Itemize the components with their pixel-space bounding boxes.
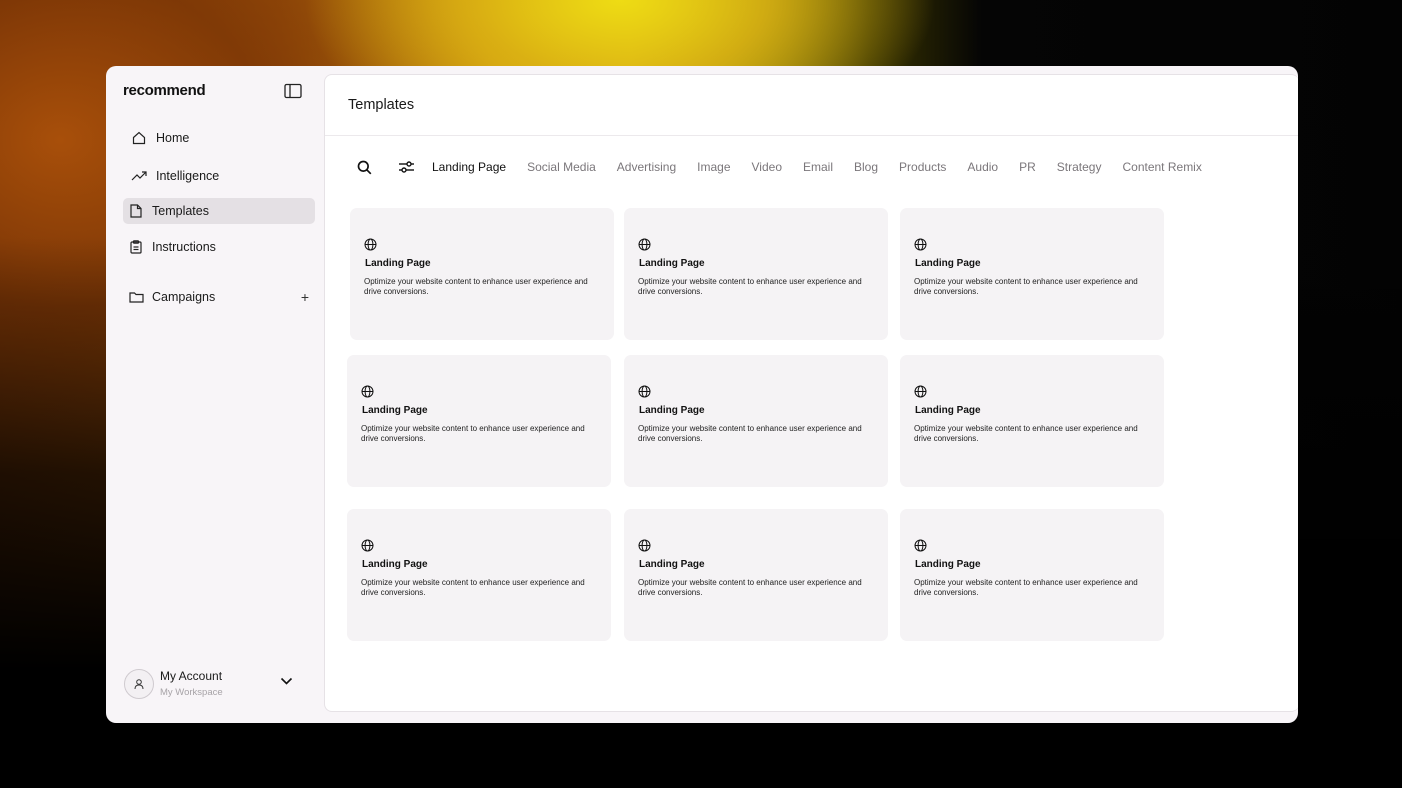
tab-products[interactable]: Products [899, 160, 946, 174]
sidebar-item-campaigns[interactable]: Campaigns + [123, 284, 315, 310]
tab-social-media[interactable]: Social Media [527, 160, 596, 174]
tab-landing-page[interactable]: Landing Page [432, 160, 506, 174]
tab-video[interactable]: Video [752, 160, 782, 174]
template-card[interactable]: Landing Page Optimize your website conten… [900, 509, 1164, 641]
sidebar-toggle-icon[interactable] [284, 83, 302, 99]
card-description: Optimize your website content to enhance… [638, 424, 862, 443]
sidebar-item-templates[interactable]: Templates [123, 198, 315, 224]
add-campaign-button[interactable]: + [301, 289, 309, 305]
sidebar-item-label: Templates [152, 204, 209, 218]
app-window: recommend Home Intelligence Templates In… [106, 66, 1298, 723]
card-description: Optimize your website content to enhance… [361, 578, 585, 597]
sidebar: recommend Home Intelligence Templates In… [106, 66, 324, 723]
tab-email[interactable]: Email [803, 160, 833, 174]
main-panel: Templates Landing Page Social Media Advert… [324, 74, 1298, 712]
sidebar-item-label: Home [156, 131, 190, 145]
page-title: Templates [348, 97, 415, 113]
card-description: Optimize your website content to enhance… [361, 424, 585, 443]
template-card[interactable]: Landing Page Optimize your website conten… [624, 509, 888, 641]
app-logo: recommend [123, 82, 206, 99]
sidebar-item-label: Intelligence [156, 169, 220, 183]
trending-icon [131, 168, 147, 184]
template-card[interactable]: Landing Page Optimize your website conten… [347, 355, 611, 487]
card-description: Optimize your website content to enhance… [914, 424, 1138, 443]
globe-icon [914, 385, 927, 398]
workspace-name: My Workspace [160, 687, 223, 698]
file-icon [128, 203, 144, 219]
card-title: Landing Page [915, 559, 981, 570]
card-title: Landing Page [362, 559, 428, 570]
template-card[interactable]: Landing Page Optimize your website conten… [900, 355, 1164, 487]
template-card[interactable]: Landing Page Optimize your website conten… [350, 208, 614, 340]
card-description: Optimize your website content to enhance… [914, 277, 1138, 296]
sidebar-item-label: Campaigns [152, 290, 216, 304]
filter-sliders-icon[interactable] [397, 158, 415, 176]
folder-icon [128, 289, 144, 305]
globe-icon [364, 238, 377, 251]
card-title: Landing Page [365, 258, 431, 269]
chevron-down-icon[interactable] [280, 672, 293, 690]
globe-icon [914, 238, 927, 251]
card-description: Optimize your website content to enhance… [638, 277, 862, 296]
clipboard-icon [128, 239, 144, 255]
card-title: Landing Page [639, 258, 705, 269]
globe-icon [361, 385, 374, 398]
card-title: Landing Page [915, 258, 981, 269]
template-card[interactable]: Landing Page Optimize your website conten… [624, 355, 888, 487]
sidebar-item-home[interactable]: Home [123, 125, 315, 151]
header-divider [325, 135, 1298, 136]
card-title: Landing Page [915, 405, 981, 416]
filter-toolbar: Landing Page Social Media Advertising Image… [355, 157, 1223, 177]
search-icon[interactable] [355, 158, 373, 176]
account-menu[interactable]: My Account My Workspace [124, 668, 304, 704]
account-name: My Account [160, 669, 223, 683]
tab-content-remix[interactable]: Content Remix [1122, 160, 1201, 174]
sidebar-item-intelligence[interactable]: Intelligence [123, 163, 315, 189]
globe-icon [638, 238, 651, 251]
avatar [124, 669, 154, 699]
tab-image[interactable]: Image [697, 160, 730, 174]
template-card[interactable]: Landing Page Optimize your website conten… [347, 509, 611, 641]
tab-strategy[interactable]: Strategy [1057, 160, 1102, 174]
globe-icon [638, 385, 651, 398]
sidebar-item-label: Instructions [152, 240, 216, 254]
template-card[interactable]: Landing Page Optimize your website conten… [900, 208, 1164, 340]
card-description: Optimize your website content to enhance… [914, 578, 1138, 597]
tab-pr[interactable]: PR [1019, 160, 1036, 174]
tab-audio[interactable]: Audio [967, 160, 998, 174]
globe-icon [914, 539, 927, 552]
card-description: Optimize your website content to enhance… [638, 578, 862, 597]
tab-advertising[interactable]: Advertising [617, 160, 676, 174]
template-card[interactable]: Landing Page Optimize your website conten… [624, 208, 888, 340]
card-title: Landing Page [639, 559, 705, 570]
card-description: Optimize your website content to enhance… [364, 277, 588, 296]
home-icon [131, 130, 147, 146]
globe-icon [638, 539, 651, 552]
card-title: Landing Page [362, 405, 428, 416]
globe-icon [361, 539, 374, 552]
category-tabs: Landing Page Social Media Advertising Image… [432, 160, 1223, 174]
sidebar-item-instructions[interactable]: Instructions [123, 234, 315, 260]
card-title: Landing Page [639, 405, 705, 416]
tab-blog[interactable]: Blog [854, 160, 878, 174]
